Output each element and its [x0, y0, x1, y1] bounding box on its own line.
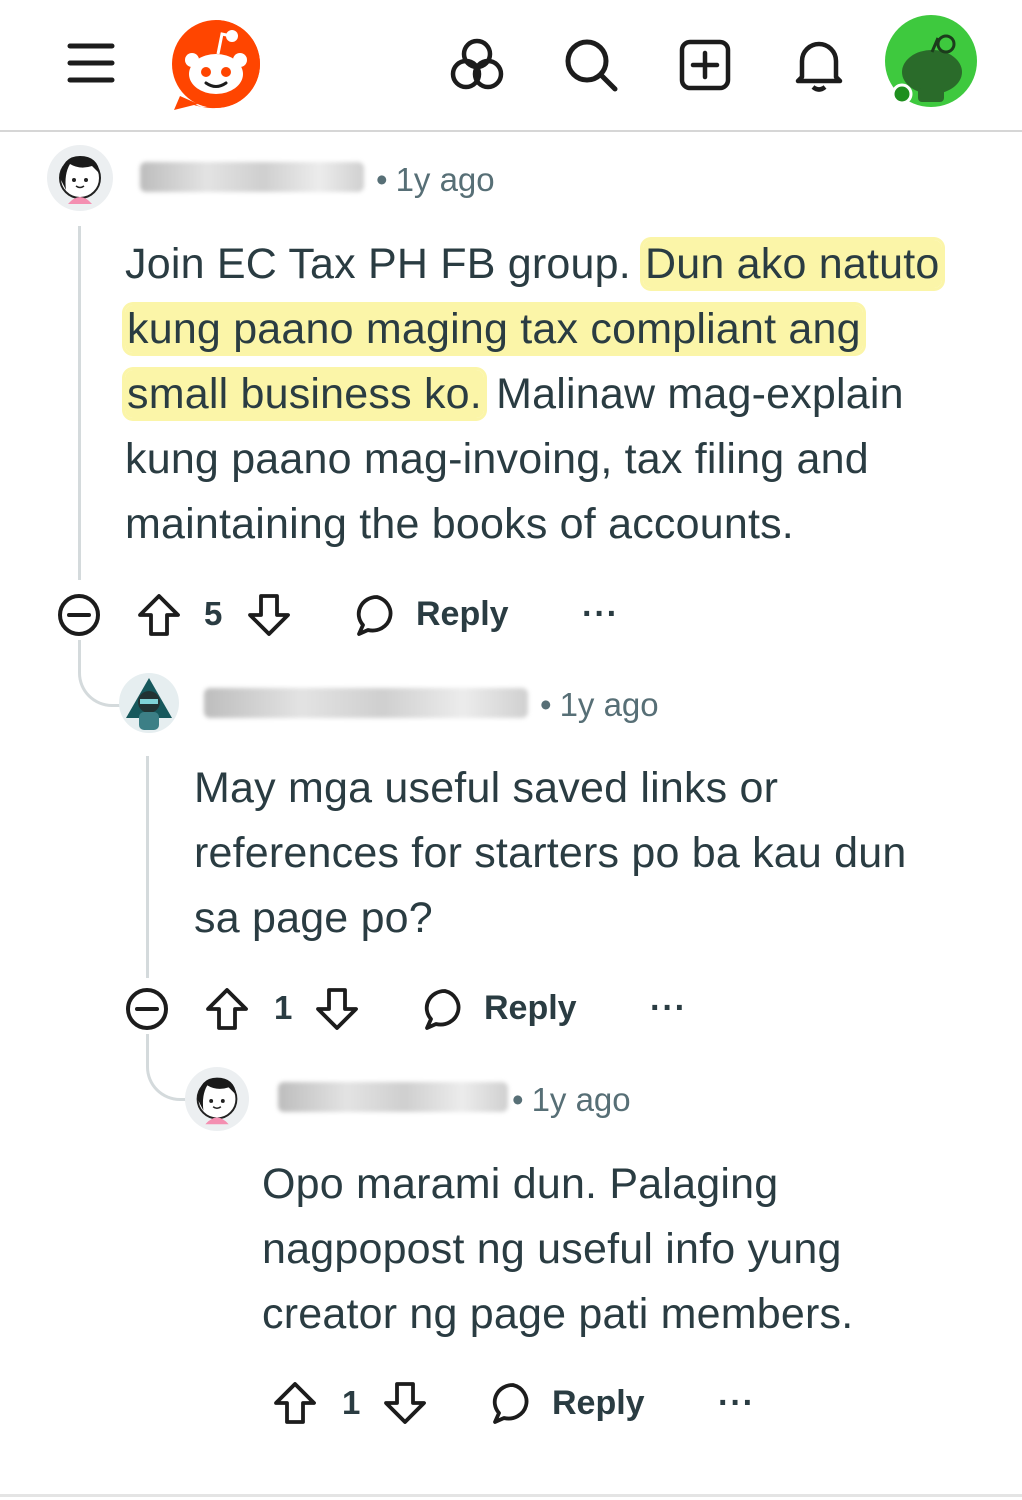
comment-1-highlight: Dun ako natuto [643, 240, 942, 288]
upvote-icon[interactable] [202, 984, 252, 1034]
comment-2-text: references for starters po ba kau dun [194, 829, 907, 877]
reddit-logo[interactable] [168, 16, 264, 112]
user-avatar[interactable] [884, 14, 978, 108]
top-app-bar [0, 0, 1022, 132]
menu-icon[interactable] [62, 38, 120, 88]
comment-2-thread-line [146, 756, 149, 978]
comment-1-highlight: kung paano maging tax compliant ang [125, 305, 863, 353]
comment-1-username-redacted [140, 162, 364, 192]
comment-1-text: kung paano mag-invoing, tax filing and [125, 435, 869, 483]
comment-3-text: creator ng page pati members. [262, 1290, 854, 1338]
comment-1-body: Join EC Tax PH FB group. Dun ako natuto … [125, 232, 995, 557]
reply-connector [146, 1034, 187, 1101]
comment-1-meta: • 1y ago [376, 161, 495, 198]
more-options-button[interactable]: ··· [582, 594, 619, 634]
downvote-icon[interactable] [312, 984, 362, 1034]
comment-1-text: maintaining the books of accounts. [125, 500, 794, 548]
comment-3-body: Opo marami dun. Palaging nagpopost ng us… [262, 1152, 1002, 1347]
downvote-icon[interactable] [244, 590, 294, 640]
comment-2-meta: • 1y ago [540, 686, 659, 723]
reply-button[interactable]: Reply [552, 1383, 645, 1423]
comment-3-meta: • 1y ago [512, 1081, 631, 1118]
reply-connector [78, 640, 121, 707]
divider [0, 1494, 1022, 1497]
comment-1-text: Join EC Tax PH FB group. [125, 240, 644, 288]
comment-1-thread-line [78, 226, 81, 580]
reply-button[interactable]: Reply [484, 988, 577, 1028]
downvote-icon[interactable] [380, 1378, 430, 1428]
comment-1-score: 5 [204, 595, 223, 632]
collapse-thread-icon[interactable] [56, 592, 102, 638]
comment-2-username-redacted [204, 688, 528, 718]
comment-2-timestamp: 1y ago [559, 686, 659, 723]
reply-icon[interactable] [488, 1378, 538, 1428]
comment-1-timestamp: 1y ago [395, 161, 495, 198]
upvote-icon[interactable] [134, 590, 184, 640]
reply-button[interactable]: Reply [416, 594, 509, 634]
explore-icon[interactable] [448, 36, 506, 94]
comment-2-text: sa page po? [194, 894, 433, 942]
comment-3-text: nagpopost ng useful info yung [262, 1225, 842, 1273]
comment-3-text: Opo marami dun. Palaging [262, 1160, 779, 1208]
reply-icon[interactable] [420, 984, 470, 1034]
reply-icon[interactable] [352, 590, 402, 640]
more-options-button[interactable]: ··· [650, 988, 687, 1028]
comment-2-avatar[interactable] [118, 672, 180, 734]
upvote-icon[interactable] [270, 1378, 320, 1428]
comment-3-avatar[interactable] [184, 1066, 250, 1132]
search-icon[interactable] [562, 36, 620, 94]
comment-2-score: 1 [274, 989, 293, 1026]
comment-2-text: May mga useful saved links or [194, 764, 779, 812]
comment-3-username-redacted [278, 1082, 508, 1112]
comment-1-text: Malinaw mag-explain [483, 370, 904, 418]
comment-2-body: May mga useful saved links or references… [194, 756, 994, 951]
create-post-icon[interactable] [676, 36, 734, 94]
collapse-thread-icon[interactable] [124, 986, 170, 1032]
comment-3-score: 1 [342, 1384, 361, 1421]
comment-3-timestamp: 1y ago [531, 1081, 631, 1118]
comment-1-highlight: small business ko. [125, 370, 484, 418]
notifications-icon[interactable] [790, 36, 848, 94]
comment-1-avatar[interactable] [46, 144, 114, 212]
more-options-button[interactable]: ··· [718, 1383, 755, 1423]
